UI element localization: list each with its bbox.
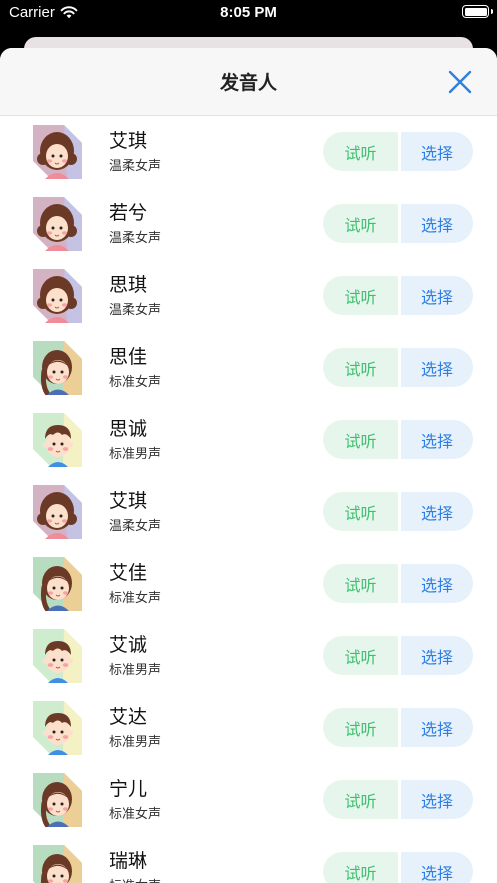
close-icon[interactable] xyxy=(446,68,474,96)
voice-name: 思佳 xyxy=(109,346,148,368)
voice-name: 艾诚 xyxy=(109,634,148,656)
select-button[interactable]: 选择 xyxy=(401,564,473,603)
voice-row: 宁儿 标准女声 试听 选择 xyxy=(0,765,497,837)
voice-description: 温柔女声 xyxy=(109,231,162,246)
braid-girl-avatar xyxy=(33,341,82,396)
braid-girl-avatar xyxy=(33,557,82,612)
voice-description: 标准男声 xyxy=(109,663,162,678)
status-time: 8:05 PM xyxy=(220,4,277,21)
select-button[interactable]: 选择 xyxy=(401,852,473,883)
boy-avatar xyxy=(33,413,82,467)
voice-description: 标准女声 xyxy=(109,875,161,883)
voice-row: 艾诚 标准男声 试听 选择 xyxy=(0,621,497,693)
status-bar: Carrier 8:05 PM xyxy=(0,0,497,28)
sheet-header: 发音人 xyxy=(0,48,497,116)
voice-row: 若兮 温柔女声 试听 选择 xyxy=(0,189,497,261)
curly-hair-girl-avatar xyxy=(33,269,82,323)
voice-description: 标准女声 xyxy=(109,807,162,822)
listen-button[interactable]: 试听 xyxy=(323,348,398,387)
voice-name: 艾佳 xyxy=(109,562,148,584)
select-button[interactable]: 选择 xyxy=(401,492,473,531)
boy-avatar xyxy=(33,629,82,683)
voice-description: 温柔女声 xyxy=(109,159,162,174)
voice-name: 艾琪 xyxy=(109,130,148,152)
voice-description: 标准女声 xyxy=(109,591,162,606)
select-button[interactable]: 选择 xyxy=(401,780,473,819)
voice-row: 艾琪 温柔女声 试听 选择 xyxy=(0,477,497,549)
voice-name: 思诚 xyxy=(109,418,148,440)
voice-name: 宁儿 xyxy=(109,778,148,800)
battery-level xyxy=(464,7,487,16)
voice-description: 标准男声 xyxy=(109,447,162,462)
braid-girl-avatar xyxy=(33,845,82,883)
select-button[interactable]: 选择 xyxy=(401,276,473,315)
voice-row: 思诚 标准男声 试听 选择 xyxy=(0,405,497,477)
listen-button[interactable]: 试听 xyxy=(323,420,398,459)
voice-description: 标准女声 xyxy=(109,375,162,390)
voice-row: 艾佳 标准女声 试听 选择 xyxy=(0,549,497,621)
listen-button[interactable]: 试听 xyxy=(323,636,398,675)
curly-hair-girl-avatar xyxy=(33,125,82,179)
listen-button[interactable]: 试听 xyxy=(323,132,398,171)
voice-name: 思琪 xyxy=(109,274,148,296)
voice-name: 艾琪 xyxy=(109,490,148,512)
voice-name: 若兮 xyxy=(109,202,148,224)
curly-hair-girl-avatar xyxy=(33,197,82,251)
battery-icon xyxy=(462,5,493,18)
braid-girl-avatar xyxy=(33,773,82,828)
listen-button[interactable]: 试听 xyxy=(323,204,398,243)
listen-button[interactable]: 试听 xyxy=(323,708,398,747)
voice-row: 艾琪 温柔女声 试听 选择 xyxy=(0,117,497,189)
voice-row: 瑞琳 标准女声 试听 选择 xyxy=(0,837,497,883)
boy-avatar xyxy=(33,701,82,755)
select-button[interactable]: 选择 xyxy=(401,348,473,387)
voice-row: 思琪 温柔女声 试听 选择 xyxy=(0,261,497,333)
voice-name: 瑞琳 xyxy=(109,850,148,872)
listen-button[interactable]: 试听 xyxy=(323,852,398,883)
voice-description: 温柔女声 xyxy=(109,303,162,318)
voice-row: 思佳 标准女声 试听 选择 xyxy=(0,333,497,405)
sheet-title: 发音人 xyxy=(219,72,277,94)
voice-picker-sheet: 发音人 艾琪 温柔女声 试听 选择 若兮 温柔女声 试听 选择 思琪 温柔女声 … xyxy=(0,48,497,883)
select-button[interactable]: 选择 xyxy=(401,420,473,459)
voice-description: 温柔女声 xyxy=(109,519,162,534)
listen-button[interactable]: 试听 xyxy=(323,492,398,531)
voice-list: 艾琪 温柔女声 试听 选择 若兮 温柔女声 试听 选择 思琪 温柔女声 试听 选… xyxy=(0,117,497,883)
voice-description: 标准男声 xyxy=(109,735,162,750)
select-button[interactable]: 选择 xyxy=(401,132,473,171)
voice-row: 艾达 标准男声 试听 选择 xyxy=(0,693,497,765)
select-button[interactable]: 选择 xyxy=(401,204,473,243)
select-button[interactable]: 选择 xyxy=(401,708,473,747)
listen-button[interactable]: 试听 xyxy=(323,276,398,315)
listen-button[interactable]: 试听 xyxy=(323,564,398,603)
select-button[interactable]: 选择 xyxy=(401,636,473,675)
voice-name: 艾达 xyxy=(109,706,148,728)
curly-hair-girl-avatar xyxy=(33,485,82,539)
listen-button[interactable]: 试听 xyxy=(323,780,398,819)
